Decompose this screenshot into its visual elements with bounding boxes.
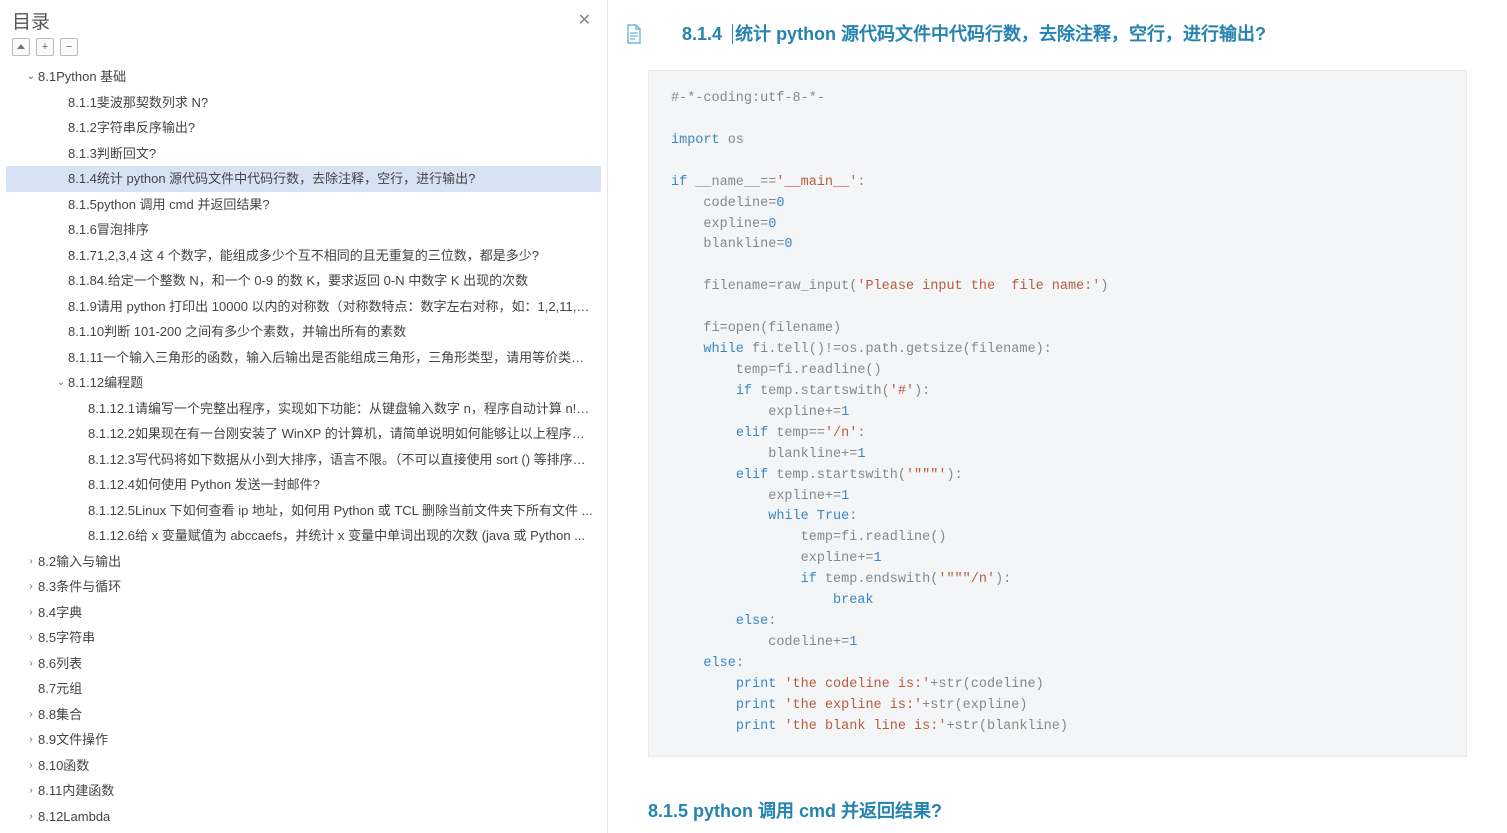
toc-item-label: 8.10函数 xyxy=(38,756,89,776)
toolbar-collapse-button[interactable]: − xyxy=(60,38,78,56)
toc-item-label: 8.5字符串 xyxy=(38,628,95,648)
sidebar-toc-panel: 目录 ✕ + − ⌄8.1Python 基础8.1.1斐波那契数列求 N?8.1… xyxy=(0,0,608,833)
sidebar-toolbar: + − xyxy=(0,34,607,64)
toc-item-label: 8.1Python 基础 xyxy=(38,67,126,87)
toc-item[interactable]: 8.1.3判断回文? xyxy=(6,141,601,167)
toc-item[interactable]: 8.1.12.1请编写一个完整出程序，实现如下功能：从键盘输入数字 n，程序自动… xyxy=(6,396,601,422)
toc-item[interactable]: 8.1.12.4如何使用 Python 发送一封邮件? xyxy=(6,472,601,498)
chevron-right-icon[interactable]: › xyxy=(24,579,38,594)
chevron-right-icon[interactable]: › xyxy=(24,783,38,798)
chevron-down-icon[interactable]: ⌄ xyxy=(24,69,38,84)
code-block: #-*-coding:utf-8-*- import os if __name_… xyxy=(648,70,1467,757)
toc-item-label: 8.1.9请用 python 打印出 10000 以内的对称数（对称数特点：数字… xyxy=(68,297,595,317)
chevron-right-icon[interactable]: › xyxy=(24,554,38,569)
chevron-down-icon[interactable]: ⌄ xyxy=(54,375,68,390)
toc-item[interactable]: 8.1.4统计 python 源代码文件中代码行数，去除注释，空行，进行输出? xyxy=(6,166,601,192)
chevron-right-icon[interactable]: › xyxy=(24,809,38,824)
toc-item-label: 8.1.12.6给 x 变量赋值为 abccaefs，并统计 x 变量中单词出现… xyxy=(88,526,585,546)
toc-item-label: 8.1.12.2如果现在有一台刚安装了 WinXP 的计算机，请简单说明如何能够… xyxy=(88,424,595,444)
chevron-right-icon[interactable]: › xyxy=(24,707,38,722)
toc-item[interactable]: 8.1.12.6给 x 变量赋值为 abccaefs，并统计 x 变量中单词出现… xyxy=(6,523,601,549)
toc-item-label: 8.4字典 xyxy=(38,603,82,623)
toc-item-label: 8.1.84.给定一个整数 N，和一个 0-9 的数 K，要求返回 0-N 中数… xyxy=(68,271,528,291)
toc-item[interactable]: 8.1.5python 调用 cmd 并返回结果? xyxy=(6,192,601,218)
toc-item[interactable]: 8.1.71,2,3,4 这 4 个数字，能组成多少个互不相同的且无重复的三位数… xyxy=(6,243,601,269)
toc-item-label: 8.6列表 xyxy=(38,654,82,674)
toc-item[interactable]: ⌄8.1Python 基础 xyxy=(6,64,601,90)
toc-item[interactable]: ›8.2输入与输出 xyxy=(6,549,601,575)
toc-item[interactable]: ›8.5字符串 xyxy=(6,625,601,651)
sidebar-header: 目录 ✕ xyxy=(0,0,607,34)
toc-item-label: 8.1.4统计 python 源代码文件中代码行数，去除注释，空行，进行输出? xyxy=(68,169,475,189)
document-icon xyxy=(626,24,642,44)
toc-item[interactable]: ›8.9文件操作 xyxy=(6,727,601,753)
toc-item[interactable]: 8.7元组 xyxy=(6,676,601,702)
toc-item[interactable]: ›8.13面向对象 xyxy=(6,829,601,833)
toc-item-label: 8.1.12.5Linux 下如何查看 ip 地址，如何用 Python 或 T… xyxy=(88,501,592,521)
toc-item-label: 8.3条件与循环 xyxy=(38,577,121,597)
chevron-right-icon[interactable]: › xyxy=(24,630,38,645)
toc-item[interactable]: ›8.3条件与循环 xyxy=(6,574,601,600)
toc-item[interactable]: 8.1.12.3写代码将如下数据从小到大排序，语言不限。（不可以直接使用 sor… xyxy=(6,447,601,473)
toc-item-label: 8.1.11一个输入三角形的函数，输入后输出是否能组成三角形，三角形类型，请用等… xyxy=(68,348,595,368)
section-heading-814: 8.1.4 统计 python 源代码文件中代码行数，去除注释，空行，进行输出? xyxy=(648,20,1467,46)
chevron-right-icon[interactable]: › xyxy=(24,605,38,620)
toc-item[interactable]: 8.1.12.5Linux 下如何查看 ip 地址，如何用 Python 或 T… xyxy=(6,498,601,524)
toc-item-label: 8.1.10判断 101-200 之间有多少个素数，并输出所有的素数 xyxy=(68,322,406,342)
toc-item-label: 8.12Lambda xyxy=(38,807,110,827)
toc-item[interactable]: ›8.10函数 xyxy=(6,753,601,779)
toc-item[interactable]: 8.1.11一个输入三角形的函数，输入后输出是否能组成三角形，三角形类型，请用等… xyxy=(6,345,601,371)
toc-item[interactable]: ›8.6列表 xyxy=(6,651,601,677)
toc-item[interactable]: ›8.11内建函数 xyxy=(6,778,601,804)
toc-item-label: 8.1.2字符串反序输出? xyxy=(68,118,195,138)
toc-item[interactable]: 8.1.84.给定一个整数 N，和一个 0-9 的数 K，要求返回 0-N 中数… xyxy=(6,268,601,294)
toc-item-label: 8.1.12.1请编写一个完整出程序，实现如下功能：从键盘输入数字 n，程序自动… xyxy=(88,399,595,419)
toc-item[interactable]: 8.1.9请用 python 打印出 10000 以内的对称数（对称数特点：数字… xyxy=(6,294,601,320)
chevron-right-icon[interactable]: › xyxy=(24,758,38,773)
toc-item-label: 8.1.5python 调用 cmd 并返回结果? xyxy=(68,195,270,215)
toc-item-label: 8.1.1斐波那契数列求 N? xyxy=(68,93,208,113)
toc-item[interactable]: 8.1.2字符串反序输出? xyxy=(6,115,601,141)
toc-tree[interactable]: ⌄8.1Python 基础8.1.1斐波那契数列求 N?8.1.2字符串反序输出… xyxy=(0,64,607,833)
chevron-right-icon[interactable]: › xyxy=(24,732,38,747)
toolbar-expand-button[interactable]: + xyxy=(36,38,54,56)
heading-text: 统计 python 源代码文件中代码行数，去除注释，空行，进行输出? xyxy=(732,24,1266,44)
toc-item[interactable]: ›8.12Lambda xyxy=(6,804,601,830)
toc-item-label: 8.1.12.4如何使用 Python 发送一封邮件? xyxy=(88,475,320,495)
close-icon[interactable]: ✕ xyxy=(574,6,595,34)
toc-item-label: 8.1.12编程题 xyxy=(68,373,143,393)
toc-item[interactable]: 8.1.6冒泡排序 xyxy=(6,217,601,243)
heading-number: 8.1.4 xyxy=(682,24,722,44)
toc-item-label: 8.8集合 xyxy=(38,705,82,725)
toc-item-label: 8.1.3判断回文? xyxy=(68,144,156,164)
toolbar-up-button[interactable] xyxy=(12,38,30,56)
toc-item-label: 8.7元组 xyxy=(38,679,82,699)
toc-item-label: 8.9文件操作 xyxy=(38,730,108,750)
app-root: 目录 ✕ + − ⌄8.1Python 基础8.1.1斐波那契数列求 N?8.1… xyxy=(0,0,1507,833)
toc-item-label: 8.1.71,2,3,4 这 4 个数字，能组成多少个互不相同的且无重复的三位数… xyxy=(68,246,539,266)
sidebar-title: 目录 xyxy=(12,7,50,34)
toc-item-label: 8.1.6冒泡排序 xyxy=(68,220,149,240)
toc-item-label: 8.11内建函数 xyxy=(38,781,114,801)
chevron-right-icon[interactable]: › xyxy=(24,656,38,671)
section-heading-815: 8.1.5 python 调用 cmd 并返回结果? xyxy=(648,797,1467,823)
toc-item-label: 8.1.12.3写代码将如下数据从小到大排序，语言不限。（不可以直接使用 sor… xyxy=(88,450,595,470)
toc-item[interactable]: 8.1.1斐波那契数列求 N? xyxy=(6,90,601,116)
toc-item[interactable]: ›8.8集合 xyxy=(6,702,601,728)
toc-item[interactable]: ⌄8.1.12编程题 xyxy=(6,370,601,396)
toc-item[interactable]: 8.1.12.2如果现在有一台刚安装了 WinXP 的计算机，请简单说明如何能够… xyxy=(6,421,601,447)
toc-item[interactable]: ›8.4字典 xyxy=(6,600,601,626)
toc-item-label: 8.2输入与输出 xyxy=(38,552,121,572)
toc-item[interactable]: 8.1.10判断 101-200 之间有多少个素数，并输出所有的素数 xyxy=(6,319,601,345)
content-pane: 8.1.4 统计 python 源代码文件中代码行数，去除注释，空行，进行输出?… xyxy=(608,0,1507,833)
